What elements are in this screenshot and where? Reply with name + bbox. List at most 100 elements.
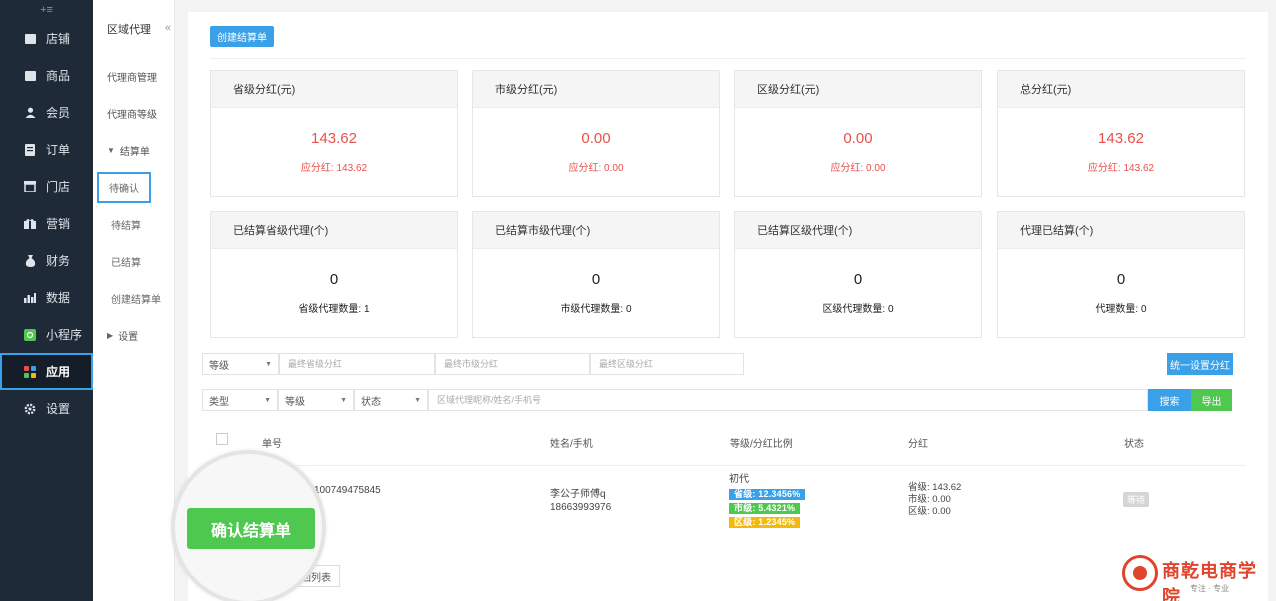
apps-icon: [24, 365, 36, 378]
card-value: 0.00: [581, 130, 611, 147]
card-value: 0.00: [843, 130, 873, 147]
type-select[interactable]: 类型 ▼: [202, 389, 278, 411]
card-settled-province: 已结算省级代理(个) 0 省级代理数量: 1: [210, 211, 458, 338]
caret-down-icon: ▼: [107, 146, 115, 155]
card-settled-city: 已结算市级代理(个) 0 市级代理数量: 0: [472, 211, 720, 338]
logo-slogan: 专注 · 专业: [1190, 584, 1230, 593]
card-value: 143.62: [1098, 130, 1144, 147]
member-icon: [24, 107, 36, 119]
level-select[interactable]: 等级 ▼: [202, 353, 279, 375]
card-value: 0: [329, 271, 339, 288]
order-icon: [24, 143, 36, 156]
set-bonus-button[interactable]: 统一设置分红: [1167, 353, 1233, 375]
card-title: 已结算区级代理(个): [735, 212, 981, 249]
header-status: 状态: [1124, 439, 1144, 450]
agent-phone: 18663993976: [550, 502, 612, 513]
subnav-item-pending-settle[interactable]: 待结算: [93, 206, 174, 243]
sidebar-item-miniprogram[interactable]: 小程序: [0, 316, 93, 353]
export-button[interactable]: 导出: [1191, 389, 1232, 411]
bonus-breakdown: 省级: 143.62 市级: 0.00 区级: 0.00: [908, 482, 961, 518]
divider: [210, 58, 1246, 59]
card-agent-settled: 代理已结算(个) 0 代理数量: 0: [997, 211, 1245, 338]
card-value: 143.62: [311, 130, 357, 147]
select-value: 类型: [209, 396, 229, 408]
card-title: 区级分红(元): [735, 71, 981, 108]
sidebar-item-label: 财务: [46, 254, 71, 268]
card-total-bonus: 总分红(元) 143.62 应分红: 143.62: [997, 70, 1245, 197]
sidebar-item-finance[interactable]: 财务: [0, 242, 93, 279]
search-input[interactable]: [428, 389, 1148, 411]
agent-name: 李公子师傅q: [550, 489, 606, 500]
select-value: 等级: [285, 396, 305, 408]
gear-icon: [24, 403, 36, 415]
card-city-bonus: 市级分红(元) 0.00 应分红: 0.00: [472, 70, 720, 197]
city-bonus-input[interactable]: [435, 353, 590, 375]
sidebar-item-label: 营销: [46, 217, 71, 231]
card-sub: 市级代理数量: 0: [560, 304, 632, 315]
data-icon: [24, 292, 36, 304]
subnav-group-label: 结算单: [119, 147, 150, 158]
agent-level: 初代: [729, 474, 749, 485]
status-select[interactable]: 状态 ▼: [354, 389, 428, 411]
subnav-group-settings[interactable]: ▶ 设置: [93, 317, 174, 354]
chevron-down-icon: ▼: [265, 360, 272, 368]
sidebar-item-goods[interactable]: 商品: [0, 57, 93, 94]
caret-right-icon: ▶: [107, 331, 114, 340]
sidebar-item-marketing[interactable]: 营销: [0, 205, 93, 242]
card-title: 代理已结算(个): [998, 212, 1244, 249]
store-icon: [24, 33, 36, 45]
card-sub: 代理数量: 0: [1095, 304, 1147, 315]
bonus-province: 省级: 143.62: [908, 482, 962, 493]
status-badge: 等待: [1123, 492, 1150, 507]
subnav-group-settlement[interactable]: ▼ 结算单: [93, 132, 174, 169]
main-content: 创建结算单 省级分红(元) 143.62 应分红: 143.62 市级分红(元)…: [188, 12, 1268, 601]
bonus-city: 市级: 0.00: [908, 494, 951, 505]
sidebar-item-label: 应用: [46, 365, 71, 379]
subnav-item-settled[interactable]: 已结算: [93, 243, 174, 280]
shop-icon: [24, 181, 36, 193]
header-bonus: 分红: [908, 439, 928, 450]
sidebar-item-label: 会员: [46, 106, 71, 120]
fold-icon[interactable]: «: [165, 22, 171, 34]
ratio-district-tag: 区级: 1.2345%: [729, 517, 801, 528]
sidebar-item-label: 门店: [46, 180, 71, 194]
sidebar-item-label: 商品: [46, 69, 71, 83]
header-order-no: 单号: [262, 439, 282, 450]
card-district-bonus: 区级分红(元) 0.00 应分红: 0.00: [734, 70, 982, 197]
sidebar-item-store[interactable]: 店铺: [0, 20, 93, 57]
sidebar-item-member[interactable]: 会员: [0, 94, 93, 131]
subnav-item-create-settlement[interactable]: 创建结算单: [93, 280, 174, 317]
district-bonus-input[interactable]: [590, 353, 744, 375]
goods-icon: [24, 70, 36, 82]
sidebar-item-apps[interactable]: 应用: [0, 353, 93, 390]
select-all-checkbox[interactable]: [216, 433, 228, 445]
search-button[interactable]: 搜索: [1148, 389, 1191, 411]
select-value: 状态: [361, 396, 381, 408]
brand-logo: 商乾电商学院 专注 · 专业: [1120, 553, 1272, 601]
create-settlement-button[interactable]: 创建结算单: [210, 26, 274, 47]
subnav-item-agent-manage[interactable]: 代理商管理: [93, 58, 174, 95]
sidebar-item-label: 订单: [46, 143, 71, 157]
logo-brand-text: 商乾电商学院: [1162, 561, 1257, 601]
select-value: 等级: [209, 360, 229, 372]
level-select-2[interactable]: 等级 ▼: [278, 389, 354, 411]
subnav-item-agent-level[interactable]: 代理商等级: [93, 95, 174, 132]
province-bonus-input[interactable]: [279, 353, 435, 375]
confirm-settlement-button[interactable]: 确认结算单: [187, 508, 315, 549]
subnav-item-pending-confirm[interactable]: 待确认: [93, 169, 174, 206]
bonus-filter-row: 等级 ▼: [202, 353, 744, 375]
sidebar-item-data[interactable]: 数据: [0, 279, 93, 316]
sidebar-item-settings[interactable]: 设置: [0, 390, 93, 427]
ratio-city-tag: 市级: 5.4321%: [729, 503, 801, 514]
card-title: 总分红(元): [998, 71, 1244, 108]
table-header: 单号 姓名/手机 等级/分红比例 分红 状态: [202, 426, 1246, 466]
sidebar-item-order[interactable]: 订单: [0, 131, 93, 168]
ratio-tags: 省级: 12.3456% 市级: 5.4321% 区级: 1.2345%: [729, 486, 806, 528]
card-value: 0: [591, 271, 601, 288]
collapse-menu-icon[interactable]: +≡: [0, 0, 93, 20]
chevron-down-icon: ▼: [264, 396, 271, 404]
bonus-district: 区级: 0.00: [908, 506, 951, 517]
sub-sidebar: 区域代理 « 代理商管理 代理商等级 ▼ 结算单 待确认 待结算 已结算 创建结…: [93, 0, 175, 601]
sidebar-item-shop[interactable]: 门店: [0, 168, 93, 205]
sidebar-item-label: 小程序: [46, 328, 83, 342]
